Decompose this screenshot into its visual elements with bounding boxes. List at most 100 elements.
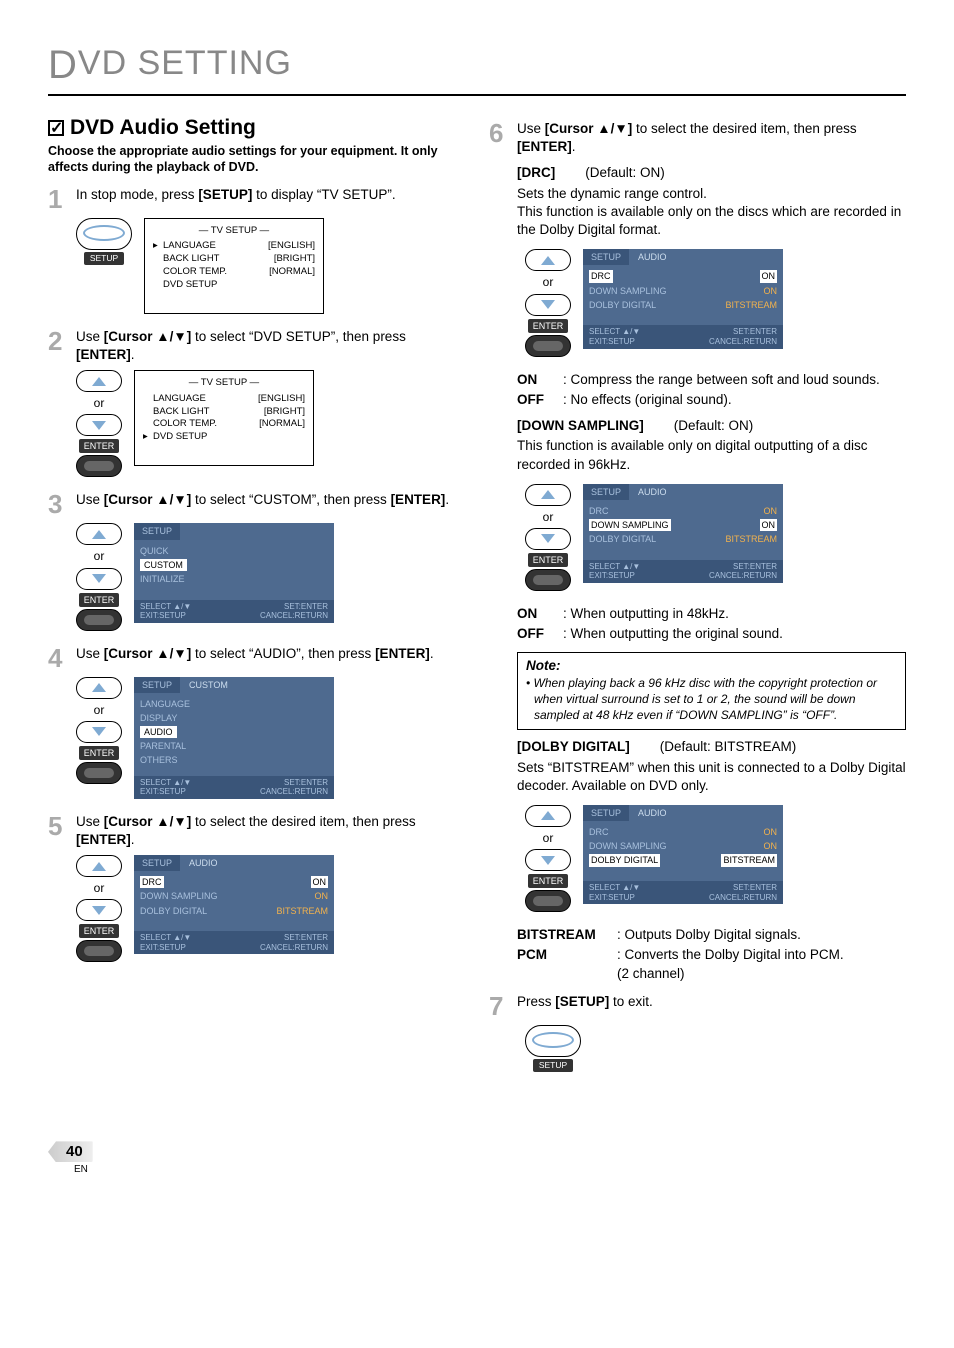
screen-row-label: DVD SETUP: [153, 431, 305, 444]
step-bold: [Cursor ▲/▼]: [104, 646, 191, 661]
osd-row-label: DRC: [140, 876, 164, 888]
osd-tab-active: AUDIO: [630, 484, 675, 500]
option-key: ON: [517, 605, 559, 623]
osd-hint: EXIT:SETUP: [140, 787, 186, 796]
note-title: Note:: [526, 657, 897, 675]
cursor-enter-buttons: or ENTER: [76, 855, 122, 962]
step-text: In stop mode, press: [76, 187, 198, 202]
param-heading: [DRC]: [517, 164, 555, 182]
step-text: .: [430, 646, 434, 661]
setup-label: SETUP: [533, 1059, 573, 1072]
option-desc: : Converts the Dolby Digital into PCM.: [617, 947, 844, 962]
osd-row-label: DOWN SAMPLING: [589, 519, 671, 531]
osd-row-value: ON: [760, 519, 778, 531]
osd-item-selected: CUSTOM: [140, 559, 187, 571]
screen-row-value: [BRIGHT]: [274, 253, 315, 266]
cursor-enter-buttons: or ENTER: [525, 484, 571, 591]
up-arrow-icon: [541, 811, 555, 820]
tv-setup-screen: — TV SETUP — ▸LANGUAGE[ENGLISH] BACK LIG…: [144, 218, 324, 314]
osd-row-label: DOLBY DIGITAL: [589, 854, 660, 866]
step-5: 5 Use [Cursor ▲/▼] to select the desired…: [48, 813, 465, 849]
step-number: 7: [489, 993, 509, 1019]
enter-label: ENTER: [528, 319, 569, 333]
note-box: Note: When playing back a 96 kHz disc wi…: [517, 652, 906, 731]
or-label: or: [94, 702, 105, 718]
osd-custom-menu: SETUP CUSTOM LANGUAGE DISPLAY AUDIO PARE…: [134, 677, 334, 799]
osd-hint: CANCEL:RETURN: [260, 943, 328, 952]
osd-hint: SELECT ▲/▼: [140, 602, 191, 611]
osd-row-value: BITSTREAM: [725, 533, 777, 545]
osd-hint: EXIT:SETUP: [140, 943, 186, 952]
osd-audio-menu-drc: SETUP AUDIO DRCON DOWN SAMPLINGON DOLBY …: [134, 855, 334, 954]
osd-hint: EXIT:SETUP: [140, 611, 186, 620]
step-7: 7 Press [SETUP] to exit.: [489, 993, 906, 1019]
or-label: or: [543, 274, 554, 290]
osd-row-value: ON: [764, 285, 778, 297]
option-desc: : When outputting the original sound.: [563, 625, 783, 643]
note-body: When playing back a 96 kHz disc with the…: [526, 675, 897, 724]
step-4: 4 Use [Cursor ▲/▼] to select “AUDIO”, th…: [48, 645, 465, 671]
step-number: 4: [48, 645, 68, 671]
screen-title: — TV SETUP —: [143, 377, 305, 390]
step-3: 3 Use [Cursor ▲/▼] to select “CUSTOM”, t…: [48, 491, 465, 517]
enter-button-icon: [533, 341, 563, 351]
down-arrow-icon: [92, 906, 106, 915]
step-bold: [SETUP]: [198, 187, 252, 202]
down-arrow-icon: [92, 574, 106, 583]
step-bold: [Cursor ▲/▼]: [545, 121, 632, 136]
step-text: Press: [517, 994, 555, 1009]
screen-row-label: LANGUAGE: [153, 393, 258, 406]
page-header: DVD SETTING: [48, 38, 906, 96]
osd-tab-active: AUDIO: [630, 805, 675, 821]
param-default: (Default: ON): [674, 417, 754, 435]
up-arrow-icon: [541, 256, 555, 265]
param-desc: This function is available only on the d…: [517, 204, 901, 237]
osd-hint: CANCEL:RETURN: [260, 611, 328, 620]
step-text: to display “TV SETUP”.: [252, 187, 395, 202]
osd-hint: SELECT ▲/▼: [589, 327, 640, 336]
osd-hint: SET:ENTER: [284, 602, 328, 611]
left-column: DVD Audio Setting Choose the appropriate…: [48, 106, 465, 1086]
osd-tab: SETUP: [583, 805, 629, 821]
cursor-enter-buttons: or ENTER: [76, 370, 122, 477]
step-text: Use: [76, 646, 104, 661]
enter-button-icon: [84, 461, 114, 471]
up-arrow-icon: [92, 377, 106, 386]
step-text: Use: [517, 121, 545, 136]
header-rest: VD SETTING: [78, 44, 292, 82]
osd-tab-active: AUDIO: [181, 855, 226, 871]
osd-row-value: ON: [760, 270, 778, 282]
cursor-enter-buttons: or ENTER: [525, 249, 571, 356]
osd-audio-drc-highlight: SETUPAUDIO DRCON DOWN SAMPLINGON DOLBY D…: [583, 249, 783, 348]
tv-setup-screen-dvd: — TV SETUP — LANGUAGE[ENGLISH] BACK LIGH…: [134, 370, 314, 466]
osd-row-value: ON: [764, 505, 778, 517]
enter-button-icon: [533, 575, 563, 585]
step-6: 6 Use [Cursor ▲/▼] to select the desired…: [489, 120, 906, 156]
page-footer: 40 EN: [48, 1142, 906, 1176]
up-arrow-icon: [541, 490, 555, 499]
osd-tab: SETUP: [134, 523, 180, 539]
param-default: (Default: ON): [585, 164, 665, 182]
osd-row-value: ON: [764, 826, 778, 838]
step-text: to exit.: [609, 994, 653, 1009]
step-2: 2 Use [Cursor ▲/▼] to select “DVD SETUP”…: [48, 328, 465, 364]
osd-tab: SETUP: [583, 249, 629, 265]
screen-row-label: LANGUAGE: [163, 240, 268, 253]
osd-item: DISPLAY: [140, 711, 328, 725]
enter-button-icon: [84, 946, 114, 956]
screen-row-label: COLOR TEMP.: [163, 266, 269, 279]
osd-row-value: BITSTREAM: [276, 905, 328, 917]
osd-hint: CANCEL:RETURN: [709, 571, 777, 580]
osd-hint: SET:ENTER: [284, 778, 328, 787]
option-desc: : When outputting in 48kHz.: [563, 605, 729, 623]
osd-audio-dolby-highlight: SETUPAUDIO DRCON DOWN SAMPLINGON DOLBY D…: [583, 805, 783, 904]
osd-hint: SELECT ▲/▼: [589, 562, 640, 571]
osd-row-value: BITSTREAM: [725, 299, 777, 311]
option-key: ON: [517, 371, 559, 389]
step-bold: [Cursor ▲/▼]: [104, 814, 191, 829]
option-desc: : Compress the range between soft and lo…: [563, 371, 880, 389]
osd-row-label: DOLBY DIGITAL: [589, 299, 656, 311]
osd-hint: CANCEL:RETURN: [260, 787, 328, 796]
or-label: or: [543, 509, 554, 525]
osd-item-selected: AUDIO: [140, 726, 177, 738]
